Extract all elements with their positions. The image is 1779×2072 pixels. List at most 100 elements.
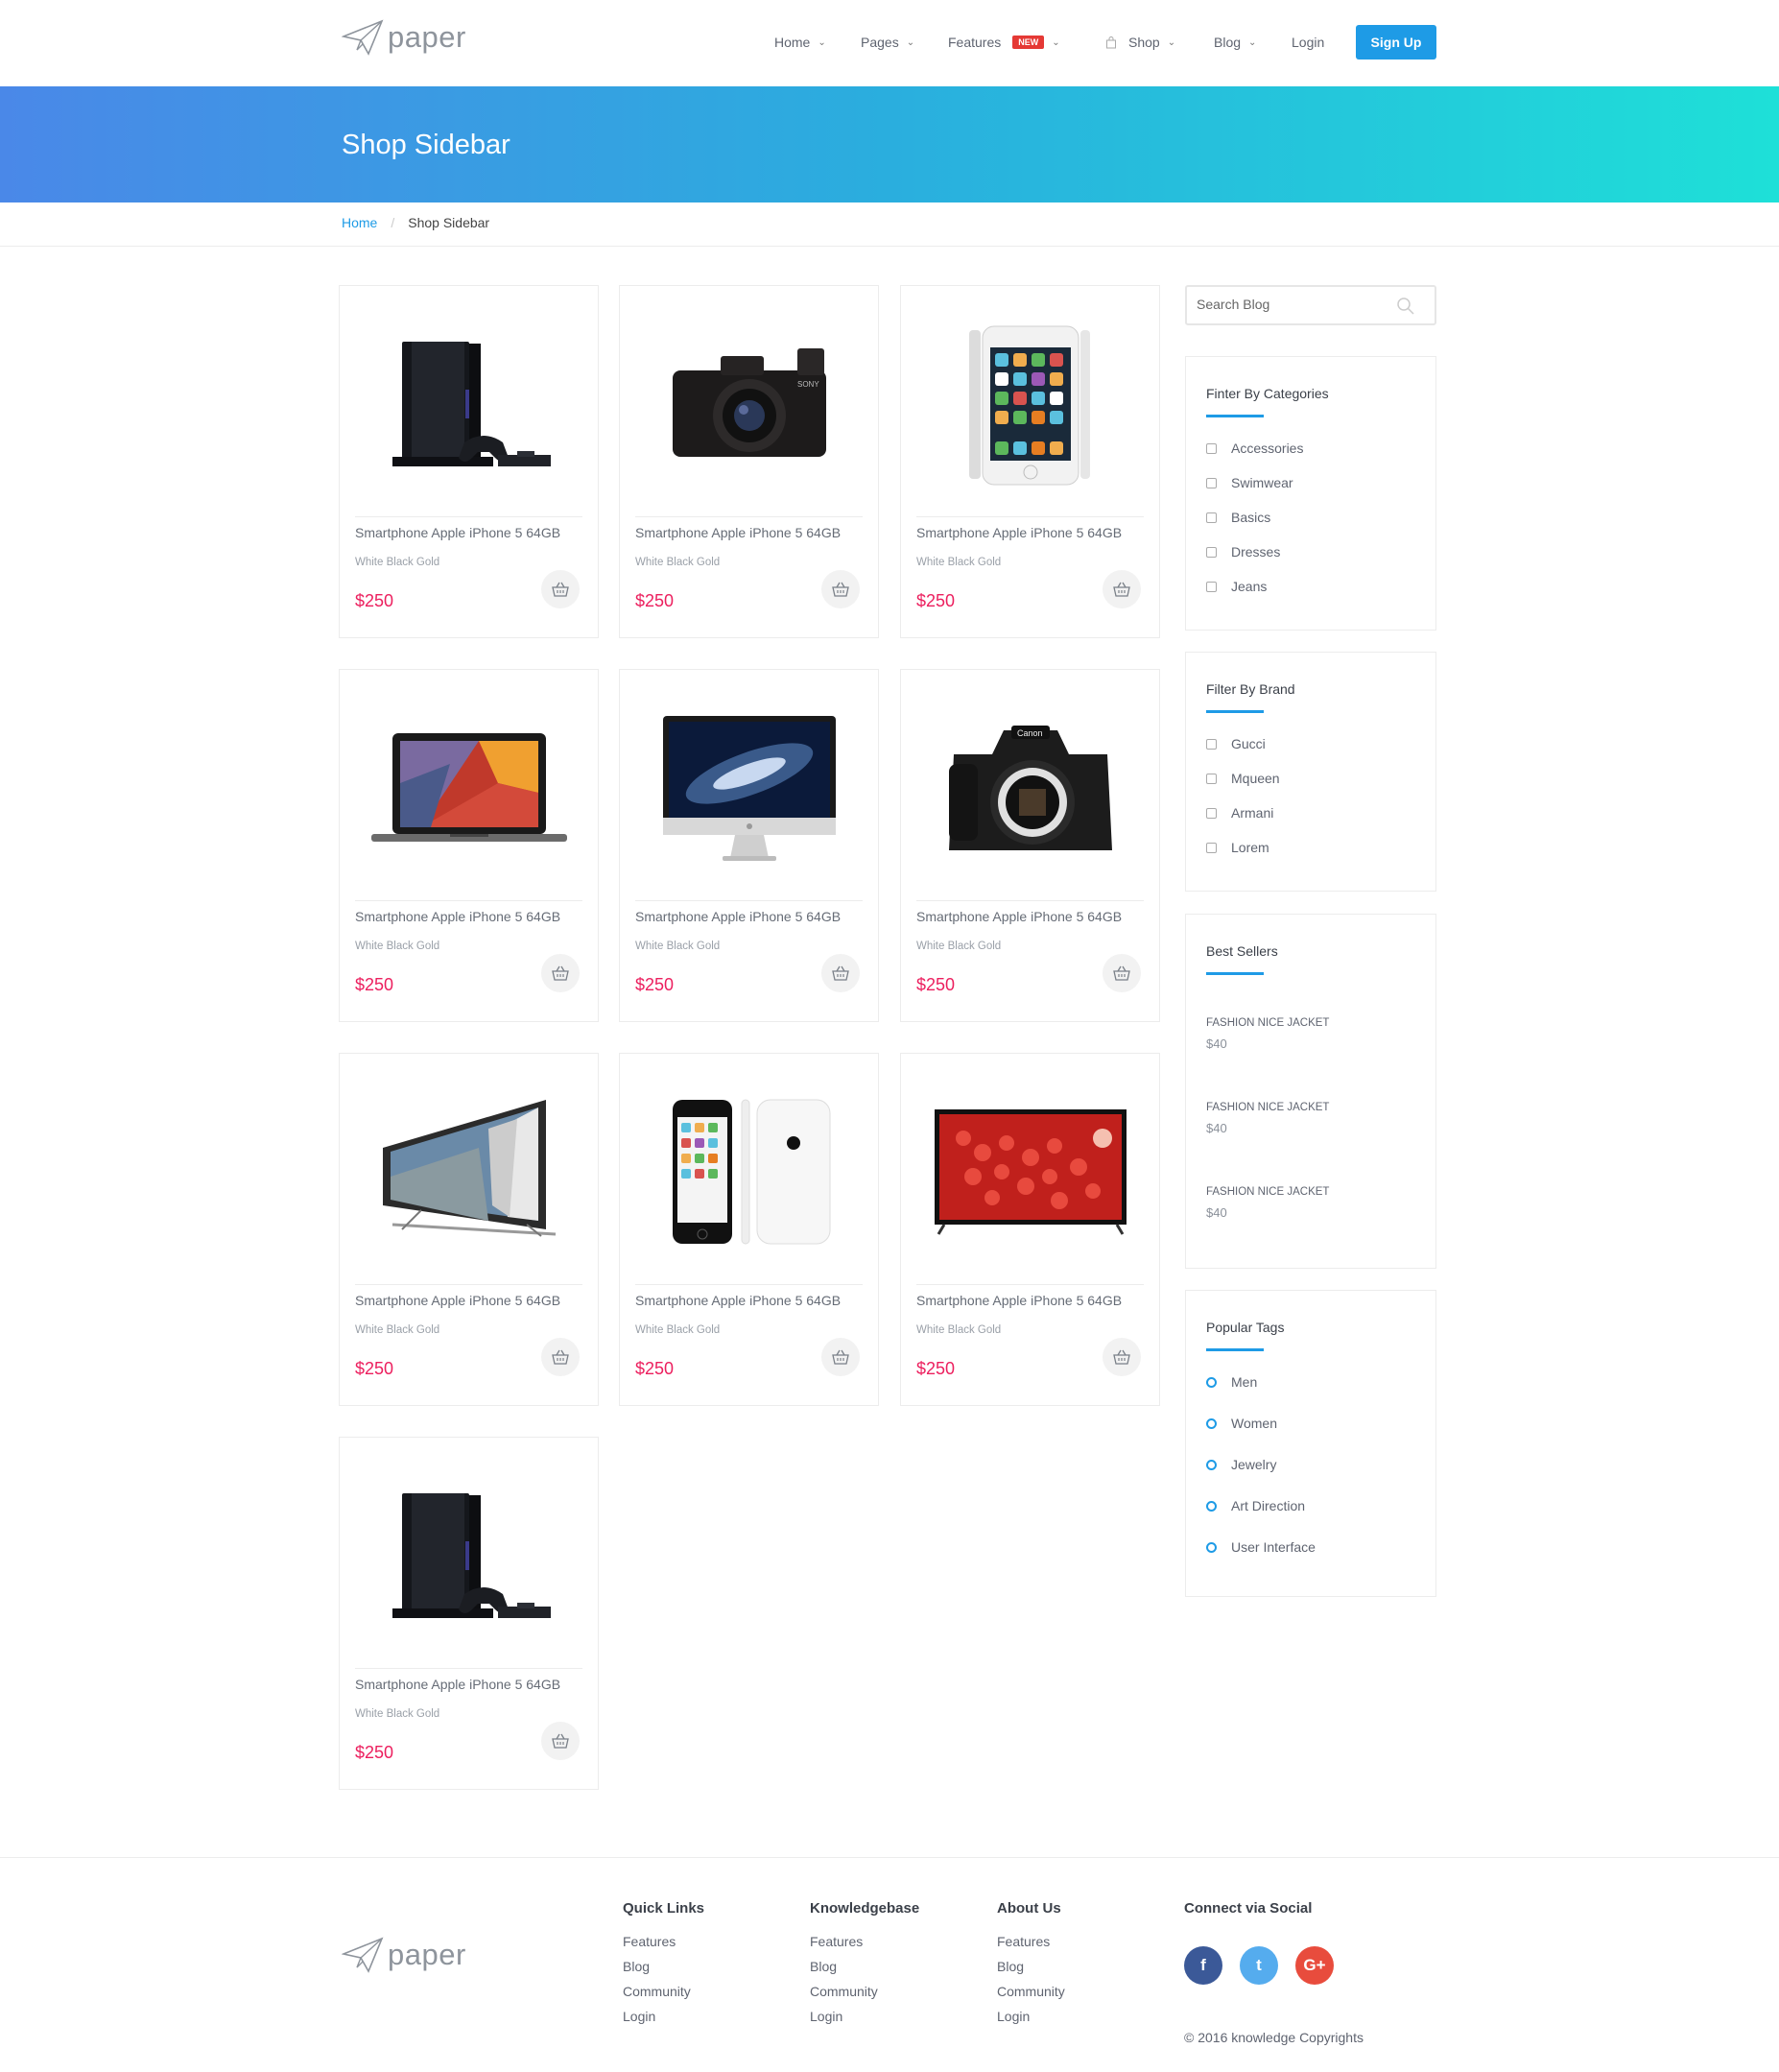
- add-to-cart-button[interactable]: [821, 954, 860, 992]
- add-to-cart-button[interactable]: [541, 1722, 580, 1760]
- checkbox[interactable]: [1206, 581, 1217, 592]
- product-card[interactable]: SONY Smartphone Apple iPhone 5 64GB White …: [619, 285, 879, 638]
- circle-icon: [1206, 1417, 1217, 1429]
- product-card[interactable]: Smartphone Apple iPhone 5 64GB White Blac…: [339, 1053, 599, 1406]
- product-title[interactable]: Smartphone Apple iPhone 5 64GB: [355, 1293, 560, 1308]
- filter-option[interactable]: Lorem: [1206, 840, 1269, 855]
- checkbox[interactable]: [1206, 477, 1217, 488]
- footer-link[interactable]: Community: [997, 1979, 1065, 2004]
- add-to-cart-button[interactable]: [1103, 1338, 1141, 1376]
- add-to-cart-button[interactable]: [541, 1338, 580, 1376]
- facebook-icon[interactable]: f: [1184, 1946, 1222, 1985]
- product-image[interactable]: [355, 1457, 582, 1658]
- best-seller-name[interactable]: FASHION NICE JACKET: [1206, 1186, 1329, 1198]
- filter-option[interactable]: Basics: [1206, 510, 1270, 525]
- footer-link[interactable]: Features: [623, 1929, 704, 1954]
- nav-blog[interactable]: Blog ⌄: [1214, 35, 1256, 50]
- logo[interactable]: paper: [342, 19, 466, 56]
- checkbox[interactable]: [1206, 773, 1217, 784]
- product-card[interactable]: Smartphone Apple iPhone 5 64GB White Blac…: [339, 669, 599, 1022]
- nav-shop[interactable]: Shop ⌄: [1105, 35, 1175, 50]
- filter-option[interactable]: Jeans: [1206, 579, 1267, 594]
- nav-home[interactable]: Home ⌄: [774, 35, 826, 50]
- product-image[interactable]: [355, 1073, 582, 1274]
- footer-link[interactable]: Blog: [997, 1954, 1065, 1979]
- divider: [0, 246, 1779, 247]
- google-plus-icon[interactable]: G+: [1295, 1946, 1334, 1985]
- checkbox[interactable]: [1206, 807, 1217, 819]
- product-image[interactable]: [355, 689, 582, 891]
- product-title[interactable]: Smartphone Apple iPhone 5 64GB: [916, 909, 1122, 924]
- product-card[interactable]: Smartphone Apple iPhone 5 64GB White Blac…: [619, 1053, 879, 1406]
- product-title[interactable]: Smartphone Apple iPhone 5 64GB: [355, 1677, 560, 1692]
- add-to-cart-button[interactable]: [821, 570, 860, 608]
- product-image[interactable]: [635, 1073, 863, 1274]
- add-to-cart-button[interactable]: [541, 954, 580, 992]
- product-title[interactable]: Smartphone Apple iPhone 5 64GB: [355, 909, 560, 924]
- nav-login[interactable]: Login: [1292, 35, 1324, 50]
- product-card[interactable]: Canon Smartphone Apple iPhone 5 64GB White…: [900, 669, 1160, 1022]
- breadcrumb-home[interactable]: Home: [342, 215, 377, 230]
- filter-option[interactable]: Accessories: [1206, 441, 1303, 456]
- product-title[interactable]: Smartphone Apple iPhone 5 64GB: [635, 1293, 841, 1308]
- footer-link[interactable]: Community: [810, 1979, 919, 2004]
- footer-link[interactable]: Blog: [623, 1954, 704, 1979]
- product-card[interactable]: Smartphone Apple iPhone 5 64GB White Blac…: [339, 285, 599, 638]
- game-console-icon: [373, 1484, 565, 1632]
- footer-link[interactable]: Blog: [810, 1954, 919, 1979]
- tag-item[interactable]: Art Direction: [1206, 1498, 1305, 1513]
- nav-pages[interactable]: Pages ⌄: [861, 35, 914, 50]
- twitter-icon[interactable]: t: [1240, 1946, 1278, 1985]
- product-image[interactable]: [916, 1073, 1144, 1274]
- search-input[interactable]: [1197, 297, 1388, 312]
- add-to-cart-button[interactable]: [1103, 954, 1141, 992]
- product-title[interactable]: Smartphone Apple iPhone 5 64GB: [916, 525, 1122, 540]
- tag-item[interactable]: User Interface: [1206, 1539, 1316, 1555]
- best-seller-name[interactable]: FASHION NICE JACKET: [1206, 1102, 1329, 1113]
- nav-features[interactable]: Features NEW ⌄: [948, 35, 1060, 50]
- footer-column-title: About Us: [997, 1900, 1061, 1917]
- tag-item[interactable]: Women: [1206, 1416, 1277, 1431]
- checkbox[interactable]: [1206, 738, 1217, 750]
- product-image[interactable]: [635, 689, 863, 891]
- checkbox[interactable]: [1206, 442, 1217, 454]
- product-card[interactable]: Smartphone Apple iPhone 5 64GB White Blac…: [339, 1437, 599, 1790]
- sign-up-button[interactable]: Sign Up: [1356, 25, 1436, 60]
- filter-option[interactable]: Gucci: [1206, 736, 1266, 751]
- product-title[interactable]: Smartphone Apple iPhone 5 64GB: [635, 525, 841, 540]
- product-image[interactable]: [355, 305, 582, 507]
- tag-item[interactable]: Jewelry: [1206, 1457, 1276, 1472]
- product-card[interactable]: Smartphone Apple iPhone 5 64GB White Blac…: [900, 285, 1160, 638]
- product-title[interactable]: Smartphone Apple iPhone 5 64GB: [355, 525, 560, 540]
- checkbox[interactable]: [1206, 512, 1217, 523]
- page-banner: Shop Sidebar: [0, 86, 1779, 202]
- best-seller-name[interactable]: FASHION NICE JACKET: [1206, 1017, 1329, 1029]
- footer-link[interactable]: Community: [623, 1979, 704, 2004]
- footer-link[interactable]: Features: [997, 1929, 1065, 1954]
- checkbox[interactable]: [1206, 842, 1217, 853]
- product-title[interactable]: Smartphone Apple iPhone 5 64GB: [916, 1293, 1122, 1308]
- product-image[interactable]: Canon: [916, 689, 1144, 891]
- checkbox[interactable]: [1206, 546, 1217, 558]
- product-card[interactable]: Smartphone Apple iPhone 5 64GB White Blac…: [900, 1053, 1160, 1406]
- add-to-cart-button[interactable]: [821, 1338, 860, 1376]
- footer-link[interactable]: Login: [997, 2004, 1065, 2029]
- footer-logo[interactable]: paper: [342, 1937, 466, 1973]
- add-to-cart-button[interactable]: [541, 570, 580, 608]
- footer-link[interactable]: Login: [810, 2004, 919, 2029]
- filter-option[interactable]: Dresses: [1206, 544, 1280, 560]
- filter-option[interactable]: Armani: [1206, 805, 1273, 821]
- filter-option[interactable]: Swimwear: [1206, 475, 1293, 490]
- product-card[interactable]: Smartphone Apple iPhone 5 64GB White Blac…: [619, 669, 879, 1022]
- product-image[interactable]: [916, 305, 1144, 507]
- product-image[interactable]: SONY: [635, 305, 863, 507]
- product-price: $250: [916, 975, 956, 994]
- footer-link[interactable]: Login: [623, 2004, 704, 2029]
- product-title[interactable]: Smartphone Apple iPhone 5 64GB: [635, 909, 841, 924]
- smartphone-pair-icon: [653, 1090, 845, 1258]
- search-icon[interactable]: [1396, 297, 1415, 316]
- footer-link[interactable]: Features: [810, 1929, 919, 1954]
- add-to-cart-button[interactable]: [1103, 570, 1141, 608]
- filter-option[interactable]: Mqueen: [1206, 771, 1280, 786]
- tag-item[interactable]: Men: [1206, 1374, 1257, 1390]
